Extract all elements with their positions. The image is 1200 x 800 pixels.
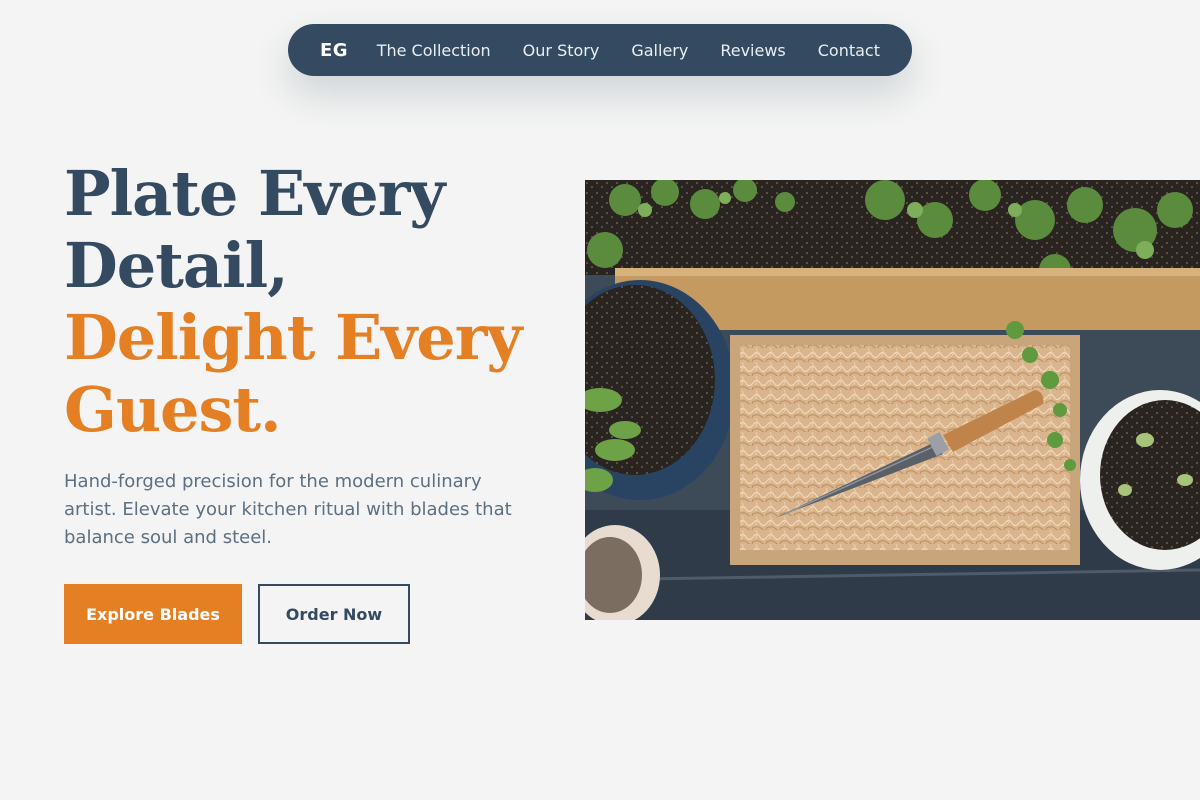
knife-in-box-illustration [585, 180, 1200, 620]
nav-link-our-story[interactable]: Our Story [523, 41, 600, 60]
hero-headline: Plate Every Detail, Delight Every Guest. [64, 158, 564, 446]
hero-subtitle: Hand-forged precision for the modern cul… [64, 471, 512, 548]
headline-accent-line-2: Guest. [64, 373, 282, 446]
headline-line-1: Plate Every [64, 157, 445, 230]
top-navigation: EG The Collection Our Story Gallery Revi… [288, 24, 912, 76]
headline-line-2: Detail, [64, 229, 289, 302]
headline-accent-line-1: Delight Every [64, 301, 522, 374]
hero-image [585, 180, 1200, 620]
nav-link-gallery[interactable]: Gallery [631, 41, 688, 60]
nav-link-reviews[interactable]: Reviews [720, 41, 785, 60]
nav-link-contact[interactable]: Contact [818, 41, 880, 60]
nav-link-collection[interactable]: The Collection [377, 41, 491, 60]
nav-links: The Collection Our Story Gallery Reviews… [377, 41, 880, 60]
explore-blades-button[interactable]: Explore Blades [64, 584, 242, 644]
order-now-button[interactable]: Order Now [258, 584, 410, 644]
page: EG The Collection Our Story Gallery Revi… [0, 0, 1200, 800]
logo[interactable]: EG [320, 40, 377, 61]
